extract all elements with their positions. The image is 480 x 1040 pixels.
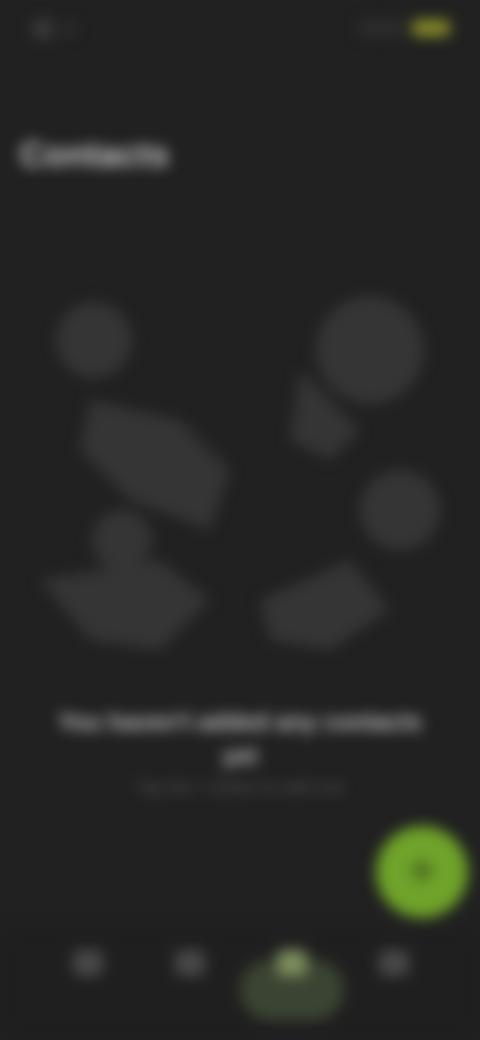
home-icon: [73, 950, 103, 976]
status-bar: [0, 0, 480, 60]
battery-icon: [412, 20, 450, 36]
contacts-icon: [277, 950, 307, 976]
person-bottom-right-head: [360, 470, 440, 550]
nav-item-people[interactable]: [150, 950, 230, 1014]
page-title: Contacts: [20, 136, 170, 174]
settings-icon: [379, 950, 409, 976]
empty-state-title: You haven't added any contacts yet: [57, 709, 422, 770]
people-icon: [175, 950, 205, 976]
person-bottom-left-head: [92, 510, 152, 570]
nav-item-settings[interactable]: [354, 950, 434, 1014]
nav-item-home[interactable]: [48, 950, 128, 1014]
empty-state-subtitle: Tap the + button to add one: [136, 778, 344, 797]
signal-icon: [358, 20, 404, 36]
plus-icon: +: [407, 845, 437, 898]
person-top-left-body: [80, 400, 230, 530]
person-bottom-left-body: [40, 560, 210, 650]
add-contact-button[interactable]: +: [376, 826, 468, 918]
bottom-navigation: [0, 930, 480, 1040]
person-bottom-right-body: [260, 560, 390, 650]
blurred-content: Contacts You haven't added any contacts …: [0, 0, 480, 1040]
empty-contacts-illustration: [40, 296, 440, 650]
app-notification-icon: [32, 18, 54, 40]
person-top-left-head: [56, 302, 132, 378]
notification-icon: [62, 22, 76, 36]
nav-item-contacts[interactable]: [240, 950, 344, 1020]
status-right: [358, 20, 450, 36]
status-left: [32, 18, 76, 40]
person-top-right-head: [316, 296, 424, 404]
app-screen: Contacts You haven't added any contacts …: [0, 0, 480, 1040]
